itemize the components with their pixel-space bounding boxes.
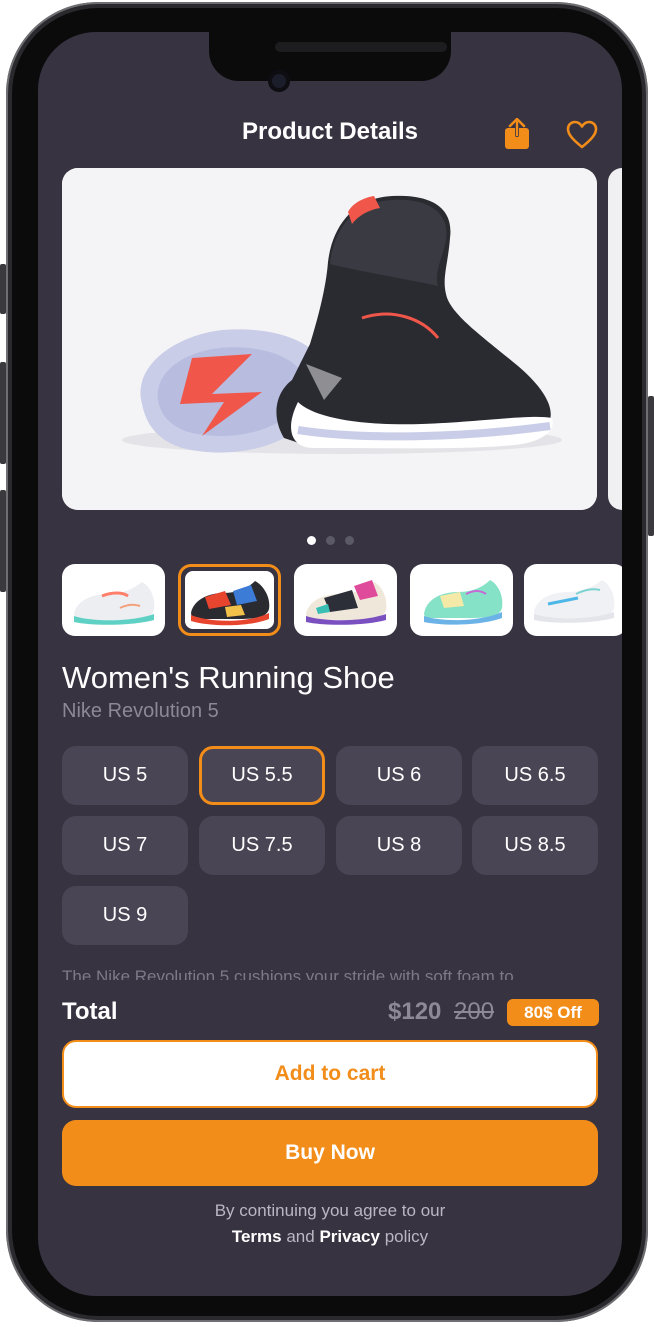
- legal-notice: By continuing you agree to our Terms and…: [38, 1198, 622, 1250]
- thumbnail-strip: [62, 564, 622, 636]
- share-icon[interactable]: [504, 117, 530, 150]
- discount-badge: 80$ Off: [507, 999, 599, 1026]
- privacy-link[interactable]: Privacy: [319, 1227, 380, 1246]
- total-label: Total: [62, 998, 118, 1025]
- product-image[interactable]: [62, 168, 597, 510]
- legal-policy: policy: [384, 1227, 429, 1246]
- add-to-cart-button[interactable]: Add to cart: [62, 1040, 598, 1108]
- thumbnail-3[interactable]: [294, 564, 397, 636]
- thumbnail-4[interactable]: [410, 564, 513, 636]
- size-option[interactable]: US 7: [62, 816, 188, 875]
- page-dot-active[interactable]: [306, 536, 316, 545]
- terms-link[interactable]: Terms: [232, 1227, 282, 1246]
- size-option[interactable]: US 7.5: [199, 816, 325, 875]
- size-option[interactable]: US 9: [62, 886, 188, 945]
- product-brand: Nike Revolution 5: [62, 700, 219, 722]
- size-option-selected[interactable]: US 5.5: [199, 746, 325, 805]
- front-camera: [268, 70, 290, 92]
- speaker-grille: [275, 42, 447, 52]
- current-price: $120: [388, 998, 442, 1025]
- legal-and: and: [286, 1227, 315, 1246]
- size-option[interactable]: US 5: [62, 746, 188, 805]
- power-button: [648, 396, 654, 536]
- size-option[interactable]: US 8.5: [472, 816, 598, 875]
- page-dot[interactable]: [344, 536, 354, 545]
- notch: [209, 32, 451, 81]
- legal-line: By continuing you agree to our: [214, 1201, 446, 1220]
- product-name: Women's Running Shoe: [62, 660, 395, 695]
- heart-icon[interactable]: [566, 120, 598, 150]
- thumbnail-2-selected[interactable]: [178, 564, 281, 636]
- original-price: 200: [454, 998, 495, 1025]
- page-dot[interactable]: [325, 536, 335, 545]
- thumbnail-1[interactable]: [62, 564, 165, 636]
- app-screen: Product Details Women's Running Shoe Nik…: [38, 32, 622, 1296]
- thumbnail-5[interactable]: [524, 564, 622, 636]
- page-indicator: [38, 532, 622, 550]
- next-image-peek[interactable]: [608, 168, 622, 510]
- size-option[interactable]: US 6: [336, 746, 462, 805]
- size-option[interactable]: US 6.5: [472, 746, 598, 805]
- product-description: The Nike Revolution 5 cushions your stri…: [62, 967, 514, 980]
- page-title: Product Details: [241, 118, 419, 145]
- volume-up-button: [0, 362, 6, 464]
- buy-now-button[interactable]: Buy Now: [62, 1120, 598, 1186]
- size-option[interactable]: US 8: [336, 816, 462, 875]
- volume-down-button: [0, 490, 6, 592]
- mute-switch: [0, 264, 6, 314]
